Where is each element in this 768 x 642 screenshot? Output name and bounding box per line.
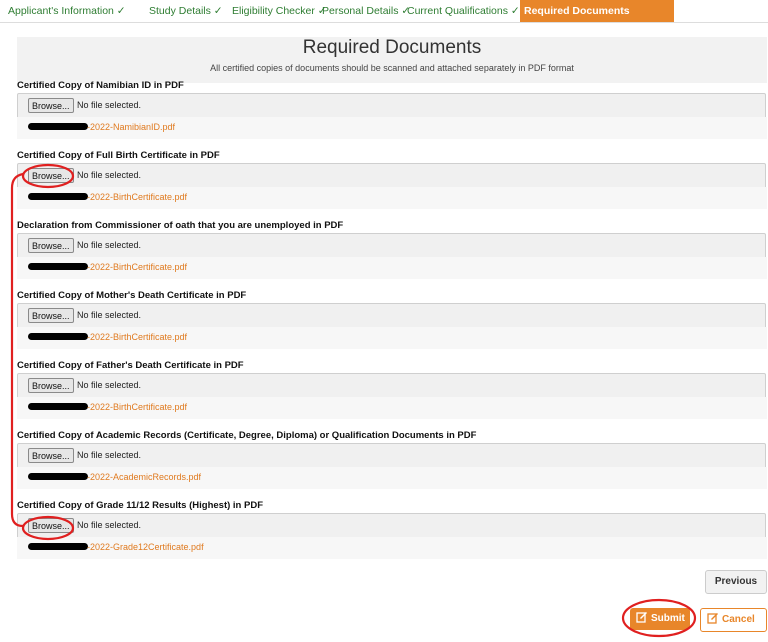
redaction-mark [28,543,88,550]
redaction-mark [28,403,88,410]
section-title: Certified Copy of Academic Records (Cert… [17,430,476,441]
cancel-label: Cancel [722,614,755,625]
tab-current-qualifications[interactable]: Current Qualifications ✓ [403,0,524,22]
redaction-mark [28,123,88,130]
uploaded-file-link[interactable]: -2022-AcademicRecords.pdf [87,472,201,482]
previous-button[interactable]: Previous [705,570,767,594]
uploaded-file-link[interactable]: -2022-Grade12Certificate.pdf [87,542,204,552]
browse-button[interactable]: Browse... [28,518,74,533]
tab-applicants-information[interactable]: Applicant's Information ✓ [4,0,130,22]
submit-button[interactable]: Submit [630,608,690,630]
file-input: Browse... No file selected. [17,93,766,119]
uploaded-file-row: -2022-AcademicRecords.pdf [17,467,767,489]
uploaded-file-row: -2022-BirthCertificate.pdf [17,257,767,279]
redaction-mark [28,193,88,200]
uploaded-file-link[interactable]: -2022-BirthCertificate.pdf [87,262,187,272]
file-input: Browse... No file selected. [17,373,766,399]
section-title: Certified Copy of Namibian ID in PDF [17,80,184,91]
browse-button[interactable]: Browse... [28,168,74,183]
uploaded-file-row: -2022-BirthCertificate.pdf [17,327,767,349]
file-status: No file selected. [77,100,141,110]
uploaded-file-link[interactable]: -2022-BirthCertificate.pdf [87,402,187,412]
file-status: No file selected. [77,170,141,180]
file-status: No file selected. [77,380,141,390]
file-input: Browse... No file selected. [17,163,766,189]
section-title: Certified Copy of Father's Death Certifi… [17,360,244,371]
edit-icon [707,612,719,624]
file-input: Browse... No file selected. [17,303,766,329]
redaction-mark [28,473,88,480]
file-status: No file selected. [77,450,141,460]
section-title: Declaration from Commissioner of oath th… [17,220,343,231]
section-title: Certified Copy of Mother's Death Certifi… [17,290,246,301]
browse-button[interactable]: Browse... [28,308,74,323]
cancel-button[interactable]: Cancel [700,608,767,632]
uploaded-file-link[interactable]: -2022-BirthCertificate.pdf [87,332,187,342]
file-status: No file selected. [77,310,141,320]
page-title: Required Documents [17,37,767,59]
section-title: Certified Copy of Grade 11/12 Results (H… [17,500,263,511]
file-input: Browse... No file selected. [17,513,766,539]
redaction-mark [28,333,88,340]
page-subtitle: All certified copies of documents should… [17,63,767,73]
tab-eligibility-checker[interactable]: Eligibility Checker ✓ [228,0,331,22]
browse-button[interactable]: Browse... [28,238,74,253]
browse-button[interactable]: Browse... [28,98,74,113]
uploaded-file-row: -2022-BirthCertificate.pdf [17,397,767,419]
file-status: No file selected. [77,240,141,250]
section-title: Certified Copy of Full Birth Certificate… [17,150,220,161]
tab-required-documents[interactable]: Required Documents [520,0,674,22]
uploaded-file-link[interactable]: -2022-BirthCertificate.pdf [87,192,187,202]
tab-study-details[interactable]: Study Details ✓ [145,0,227,22]
file-input: Browse... No file selected. [17,443,766,469]
wizard-tabs: Applicant's Information ✓ Study Details … [0,0,768,23]
edit-icon [636,611,648,623]
uploaded-file-link[interactable]: -2022-NamibianID.pdf [87,122,175,132]
file-input: Browse... No file selected. [17,233,766,259]
uploaded-file-row: -2022-BirthCertificate.pdf [17,187,767,209]
submit-label: Submit [651,613,685,624]
browse-button[interactable]: Browse... [28,448,74,463]
redaction-mark [28,263,88,270]
browse-button[interactable]: Browse... [28,378,74,393]
file-status: No file selected. [77,520,141,530]
tab-personal-details[interactable]: Personal Details ✓ [318,0,414,22]
uploaded-file-row: -2022-Grade12Certificate.pdf [17,537,767,559]
uploaded-file-row: -2022-NamibianID.pdf [17,117,767,139]
